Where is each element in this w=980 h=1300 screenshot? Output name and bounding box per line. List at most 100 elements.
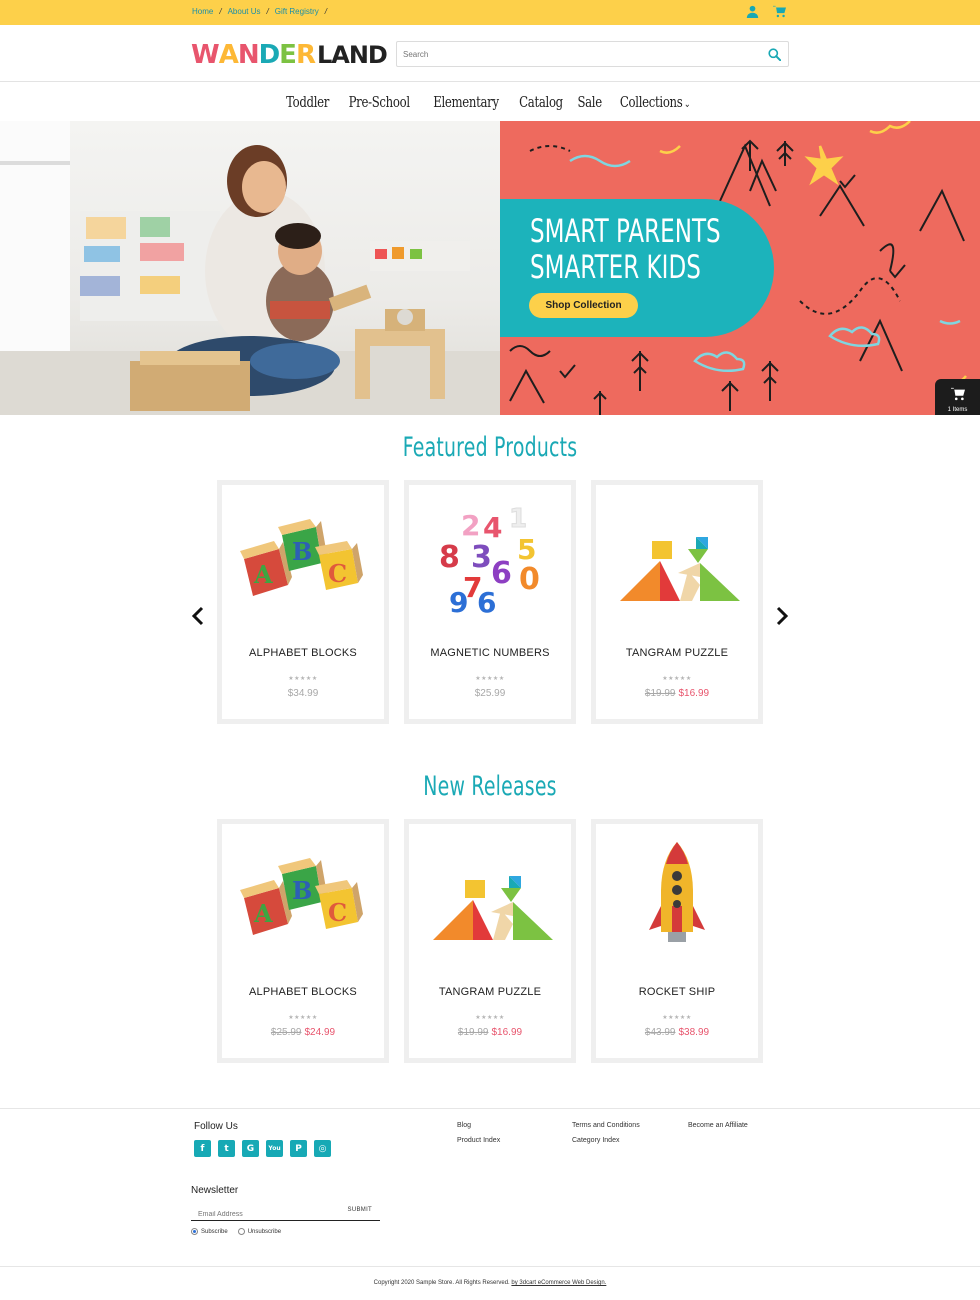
carousel-next-arrow[interactable] bbox=[774, 606, 790, 626]
svg-text:2: 2 bbox=[461, 509, 480, 542]
svg-text:6: 6 bbox=[477, 586, 496, 617]
product-name[interactable]: ROCKET SHIP bbox=[596, 986, 758, 998]
breadcrumb-registry-link[interactable]: Gift Registry bbox=[275, 7, 319, 16]
unsubscribe-label: Unsubscribe bbox=[247, 1228, 282, 1235]
svg-text:C: C bbox=[328, 898, 347, 927]
rocket-ship-image bbox=[649, 842, 705, 942]
nav-item-pre-school[interactable]: Pre-School bbox=[349, 93, 410, 111]
svg-text:3: 3 bbox=[471, 540, 492, 575]
blog-link[interactable]: Blog bbox=[457, 1118, 500, 1133]
logo-letter: W bbox=[191, 40, 220, 70]
credit-link[interactable]: by 3dcart eCommerce Web Design. bbox=[511, 1280, 606, 1286]
svg-text:1: 1 bbox=[509, 504, 527, 534]
hero-title: Smart Parents Smarter Kids bbox=[530, 213, 721, 285]
subscribe-radio[interactable]: Subscribe bbox=[191, 1228, 228, 1235]
affiliate-link[interactable]: Become an Affiliate bbox=[688, 1118, 748, 1133]
breadcrumb-home-link[interactable]: Home bbox=[192, 7, 213, 16]
nav-item-elementary[interactable]: Elementary bbox=[433, 93, 499, 111]
rating-stars: ★★★★★ bbox=[475, 1015, 505, 1021]
chevron-down-icon: ⌄ bbox=[683, 98, 691, 110]
logo-letter: LAND bbox=[316, 41, 388, 69]
top-bar: Home / About Us / Gift Registry / bbox=[0, 0, 980, 25]
pinterest-icon[interactable]: P bbox=[290, 1140, 307, 1157]
product-price: $25.99 $24.99 bbox=[222, 1027, 384, 1038]
rating-stars: ★★★★★ bbox=[475, 676, 505, 682]
nav-item-catalog[interactable]: Catalog bbox=[519, 93, 563, 111]
rating-stars: ★★★★★ bbox=[288, 1015, 318, 1021]
carousel-prev-arrow[interactable] bbox=[190, 606, 206, 626]
google-icon[interactable]: G bbox=[242, 1140, 259, 1157]
rating-stars: ★★★★★ bbox=[662, 1015, 692, 1021]
product-name[interactable]: TANGRAM PUZZLE bbox=[409, 986, 571, 998]
footer-links-col-1: Blog Product Index bbox=[457, 1118, 500, 1148]
svg-text:9: 9 bbox=[449, 586, 468, 617]
hero-banner[interactable]: Smart Parents Smarter Kids Shop Collecti… bbox=[0, 121, 980, 415]
radio-empty-icon bbox=[237, 1228, 245, 1235]
product-name[interactable]: ALPHABET BLOCKS bbox=[222, 647, 384, 659]
instagram-icon[interactable]: ◎ bbox=[314, 1140, 331, 1157]
product-name[interactable]: TANGRAM PUZZLE bbox=[596, 647, 758, 659]
floating-cart[interactable]: 1 Items bbox=[935, 379, 980, 415]
unsubscribe-radio[interactable]: Unsubscribe bbox=[237, 1228, 282, 1235]
svg-text:B: B bbox=[292, 537, 312, 566]
breadcrumb-about-link[interactable]: About Us bbox=[228, 7, 261, 16]
sale-price: $16.99 bbox=[491, 1027, 523, 1038]
hero-photo bbox=[0, 121, 500, 415]
nav-item-collections-label: Collections bbox=[619, 92, 683, 111]
search-box bbox=[396, 41, 789, 67]
shop-collection-button[interactable]: Shop Collection bbox=[529, 293, 638, 318]
product-index-link[interactable]: Product Index bbox=[457, 1133, 500, 1148]
product-name[interactable]: MAGNETIC NUMBERS bbox=[409, 647, 571, 659]
nav-item-toddler[interactable]: Toddler bbox=[286, 93, 329, 111]
new-releases-title: New Releases bbox=[423, 771, 557, 802]
twitter-icon[interactable]: t bbox=[218, 1140, 235, 1157]
user-icon[interactable] bbox=[746, 5, 759, 18]
search-icon[interactable] bbox=[768, 48, 781, 61]
email-field[interactable] bbox=[191, 1206, 331, 1223]
copyright: Copyright 2020 Sample Store. All Rights … bbox=[0, 1280, 980, 1286]
price-value: $25.99 bbox=[474, 688, 506, 699]
product-card-tangram-puzzle[interactable]: TANGRAM PUZZLE ★★★★★ $19.99 $16.99 bbox=[404, 819, 576, 1063]
original-price: $43.99 bbox=[644, 1027, 676, 1038]
product-price: $19.99 $16.99 bbox=[409, 1027, 571, 1038]
rating-stars: ★★★★★ bbox=[288, 676, 318, 682]
price-value: $34.99 bbox=[287, 688, 319, 699]
radio-selected-icon bbox=[191, 1228, 198, 1235]
logo-letter: D bbox=[258, 40, 281, 70]
terms-link[interactable]: Terms and Conditions bbox=[572, 1118, 640, 1133]
tangram-puzzle-image bbox=[620, 537, 740, 601]
product-price: $25.99 bbox=[409, 688, 571, 699]
sale-price: $16.99 bbox=[678, 688, 710, 699]
alphabet-blocks-image: A B C bbox=[240, 858, 363, 935]
logo[interactable]: W A N D E R LAND bbox=[191, 39, 388, 70]
facebook-icon[interactable]: f bbox=[194, 1140, 211, 1157]
search-input[interactable] bbox=[397, 42, 757, 66]
nav-item-sale[interactable]: Sale bbox=[577, 93, 602, 111]
category-index-link[interactable]: Category Index bbox=[572, 1133, 640, 1148]
youtube-icon[interactable]: You bbox=[266, 1140, 283, 1157]
product-card-tangram-puzzle[interactable]: TANGRAM PUZZLE ★★★★★ $19.99 $16.99 bbox=[591, 480, 763, 724]
account-icons bbox=[746, 5, 786, 18]
follow-us-label: Follow Us bbox=[194, 1121, 238, 1132]
product-card-alphabet-blocks[interactable]: A B C ALPHABET BLOCKS ★★★★★ $34.99 bbox=[217, 480, 389, 724]
product-card-rocket-ship[interactable]: ROCKET SHIP ★★★★★ $43.99 $38.99 bbox=[591, 819, 763, 1063]
sale-price: $38.99 bbox=[678, 1027, 710, 1038]
magnetic-numbers-image: 2 4 1 8 3 5 6 0 7 9 6 bbox=[439, 504, 540, 618]
submit-button[interactable]: SUBMIT bbox=[348, 1207, 372, 1213]
svg-text:B: B bbox=[292, 876, 312, 905]
sale-price: $24.99 bbox=[304, 1027, 336, 1038]
product-card-alphabet-blocks[interactable]: A B C ALPHABET BLOCKS ★★★★★ $25.99 $24.99 bbox=[217, 819, 389, 1063]
breadcrumb-separator: / bbox=[266, 7, 269, 16]
product-card-magnetic-numbers[interactable]: 2 4 1 8 3 5 6 0 7 9 6 MAGNETIC NUMBERS ★… bbox=[404, 480, 576, 724]
footer-divider bbox=[0, 1108, 980, 1109]
product-name[interactable]: ALPHABET BLOCKS bbox=[222, 986, 384, 998]
breadcrumb-separator: / bbox=[219, 7, 222, 16]
footer-links-col-2: Terms and Conditions Category Index bbox=[572, 1118, 640, 1148]
footer-bottom-divider bbox=[0, 1266, 980, 1267]
featured-products-title: Featured Products bbox=[402, 432, 578, 463]
alphabet-blocks-image: A B C bbox=[240, 519, 363, 596]
cart-icon[interactable] bbox=[773, 5, 786, 18]
main-nav: Toddler Pre-School Elementary Catalog Sa… bbox=[0, 82, 980, 121]
nav-item-collections[interactable]: Collections ⌄ bbox=[619, 92, 691, 111]
cart-item-count: 1 Items bbox=[947, 407, 968, 413]
